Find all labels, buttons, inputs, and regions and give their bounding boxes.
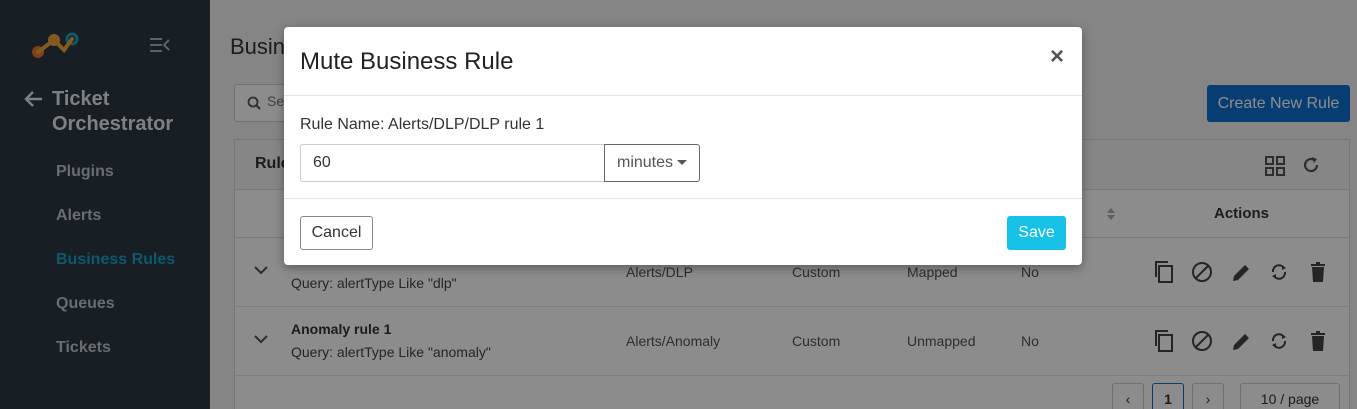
duration-input[interactable] [300, 144, 605, 182]
modal-title: Mute Business Rule [300, 48, 514, 75]
mute-rule-modal: Mute Business Rule × Rule Name: Alerts/D… [284, 27, 1082, 265]
modal-header: Mute Business Rule × [284, 27, 1082, 96]
modal-footer: Cancel Save [284, 199, 1082, 265]
unit-dropdown[interactable]: minutes [604, 144, 700, 182]
caret-down-icon [677, 160, 687, 165]
rule-name-label: Rule Name: Alerts/DLP/DLP rule 1 [300, 116, 545, 133]
close-icon[interactable]: × [1048, 45, 1066, 69]
cancel-button[interactable]: Cancel [300, 216, 373, 250]
unit-dropdown-label: minutes [617, 154, 674, 171]
modal-body: Rule Name: Alerts/DLP/DLP rule 1 minutes [284, 96, 1082, 199]
save-button[interactable]: Save [1007, 216, 1066, 250]
